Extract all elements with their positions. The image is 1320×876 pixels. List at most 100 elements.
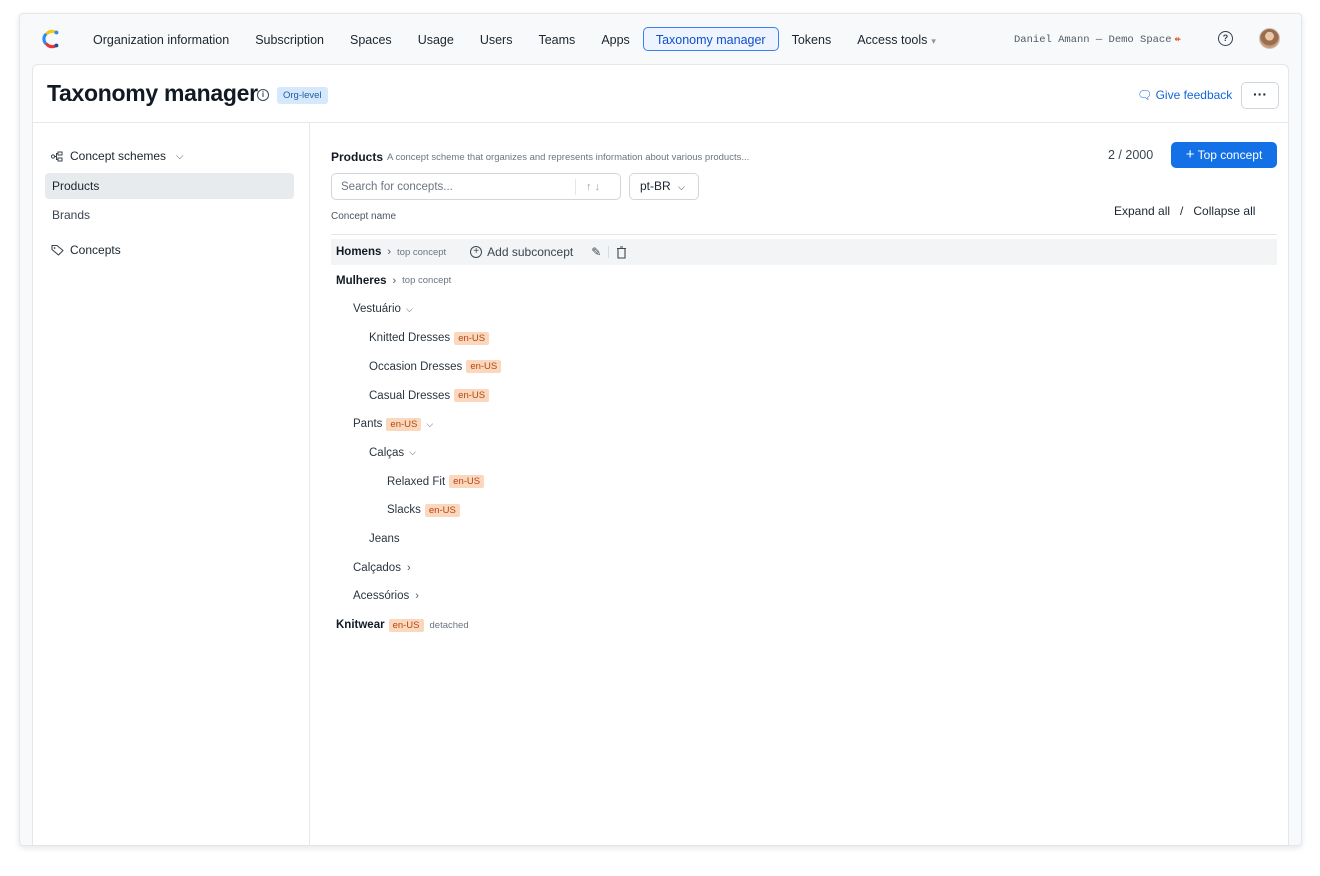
language-value: pt-BR [640,179,671,193]
nav-item-label: Subscription [255,33,324,47]
concept-name: Occasion Dresses [369,360,463,373]
concept-row[interactable]: Jeans [331,526,1277,552]
nav-item-label: Apps [601,33,630,47]
nav-item-tokens[interactable]: Tokens [779,27,845,51]
nav-item-organization-information[interactable]: Organization information [80,27,242,51]
concept-name: Slacks [387,504,421,517]
more-options-button[interactable]: ··· [1241,82,1279,109]
chevron-right-icon[interactable]: › [415,590,419,602]
feedback-icon: 🗨︎ [1137,88,1153,102]
chevron-right-icon[interactable]: › [387,246,391,258]
nav-item-label: Tokens [791,33,832,47]
concepts-label: Concepts [70,243,121,257]
concept-row[interactable]: Acessórios › [331,583,1277,609]
concept-name: Knitwear [336,619,385,632]
concept-name: Calçados [353,561,401,574]
space-label: Daniel Amann — Demo Space [1014,34,1172,46]
sidebar: Concept schemes ⌵ Products Brands Concep… [33,123,310,845]
page-title: Taxonomy manager [47,80,258,106]
scheme-description: A concept scheme that organizes and repr… [387,152,750,163]
concept-meta: top concept [402,275,452,287]
concept-name: Mulheres [336,274,387,287]
nav-item-usage[interactable]: Usage [405,27,467,51]
caret-down-icon: ▾ [931,36,936,46]
top-navigation: Organization information Subscription Spac… [20,14,1301,64]
concept-row[interactable]: Knitwear en-US detached [331,612,1277,638]
nav-item-taxonomy-manager[interactable]: Taxonomy manager [642,27,779,51]
info-icon[interactable]: i [257,89,269,101]
scheme-name: Products [331,150,384,164]
concept-row[interactable]: Knitted Dresses en-US [331,325,1277,351]
nav-item-label: Users [479,33,513,47]
search-nav-arrows[interactable]: ↑ ↓ [575,179,600,195]
concept-row[interactable]: Relaxed Fit en-US [331,469,1277,495]
locale-tag: en-US [388,618,424,632]
concept-schemes-toggle[interactable]: Concept schemes ⌵ [51,149,184,163]
concept-row[interactable]: Casual Dresses en-US [331,383,1277,409]
concept-row[interactable]: Calças ⌵ [331,440,1277,466]
sidebar-item-brands[interactable]: Brands [45,202,294,228]
concepts-link[interactable]: Concepts [51,243,121,257]
environment-branch-icon: ⇷ [1174,34,1181,46]
nav-item-teams[interactable]: Teams [525,27,588,51]
page-header: Taxonomy manager i Org-level 🗨︎ Give fee… [33,65,1288,123]
sidebar-item-products[interactable]: Products [45,173,294,199]
edit-pencil-icon[interactable]: ✎ [591,245,601,259]
locale-tag: en-US [454,331,490,345]
concept-schemes-icon [51,151,63,161]
nav-item-access-tools[interactable]: Access tools ▾ [844,27,949,51]
concept-name: Vestuário [353,303,401,316]
nav-item-label: Taxonomy manager [655,33,766,47]
give-feedback-label: Give feedback [1155,88,1233,102]
chevron-down-icon[interactable]: ⌵ [409,447,416,458]
concept-name: Jeans [369,533,400,545]
concept-row[interactable]: Slacks en-US [331,497,1277,523]
chevron-down-icon: ⌵ [678,182,685,192]
space-switcher[interactable]: Daniel Amann — Demo Space ⇷ [1014,33,1181,46]
trash-icon[interactable] [616,245,627,259]
concept-meta: detached [429,619,469,631]
user-avatar[interactable] [1259,28,1280,49]
plus-circle-icon: + [470,246,483,258]
nav-item-apps[interactable]: Apps [588,27,643,51]
chevron-down-icon: ⌵ [176,150,184,162]
plus-icon: + [1185,146,1195,163]
tag-icon [51,244,64,256]
concept-name: Pants [353,418,383,431]
nav-item-label: Spaces [349,33,392,47]
expand-all-button[interactable]: Expand all [1114,204,1170,218]
nav-items: Organization information Subscription Spac… [80,27,949,51]
chevron-right-icon[interactable]: › [407,562,411,574]
main-panel: Taxonomy manager i Org-level 🗨︎ Give fee… [32,64,1290,845]
concept-scheme-content: Products A concept scheme that organizes… [311,123,1290,845]
nav-item-label: Usage [417,33,454,47]
column-header-concept-name: Concept name [331,211,397,222]
nav-item-users[interactable]: Users [467,27,526,51]
give-feedback-link[interactable]: 🗨︎ Give feedback [1137,88,1232,102]
concept-name: Homens [336,246,382,258]
concept-row[interactable]: Mulheres › top concept [331,268,1277,294]
contentful-logo-icon[interactable] [40,28,62,50]
language-select[interactable]: pt-BR ⌵ [629,173,699,200]
nav-item-subscription[interactable]: Subscription [242,27,337,51]
nav-item-label: Organization information [93,33,230,47]
help-icon[interactable]: ? [1218,31,1233,46]
chevron-right-icon[interactable]: › [393,275,397,287]
expand-collapse-separator: / [1180,204,1184,218]
concept-row[interactable]: Pants en-US ⌵ [331,411,1277,437]
collapse-all-button[interactable]: Collapse all [1193,204,1255,218]
concept-row[interactable]: Homens › top concept + Add subconcept ✎ [331,239,1277,265]
concept-row[interactable]: Occasion Dresses en-US [331,354,1277,380]
expand-collapse-controls: Expand all / Collapse all [1114,204,1255,218]
nav-item-spaces[interactable]: Spaces [337,27,405,51]
divider [331,234,1277,235]
add-subconcept-button[interactable]: + Add subconcept [470,245,573,259]
chevron-down-icon[interactable]: ⌵ [406,304,413,315]
add-top-concept-button[interactable]: + Top concept [1171,142,1277,168]
concept-row[interactable]: Calçados › [331,555,1277,581]
concept-name: Acessórios [353,590,410,603]
locale-tag: en-US [449,475,485,489]
chevron-down-icon[interactable]: ⌵ [426,419,433,430]
concept-row[interactable]: Vestuário ⌵ [331,296,1277,322]
locale-tag: en-US [424,503,460,517]
